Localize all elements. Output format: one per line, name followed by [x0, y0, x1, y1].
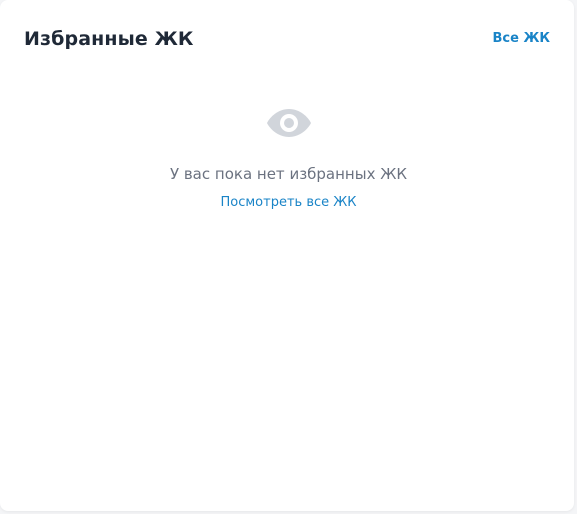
eye-icon — [266, 109, 311, 137]
empty-message: У вас пока нет избранных ЖК — [169, 165, 408, 183]
view-all-complexes-link[interactable]: Посмотреть все ЖК — [221, 194, 357, 212]
empty-state: У вас пока нет избранных ЖК Посмотреть в… — [0, 104, 577, 212]
card-title: Избранные ЖК — [24, 28, 194, 50]
all-complexes-link[interactable]: Все ЖК — [493, 30, 551, 48]
favorites-card: Избранные ЖК Все ЖК У вас пока нет избра… — [0, 0, 574, 511]
